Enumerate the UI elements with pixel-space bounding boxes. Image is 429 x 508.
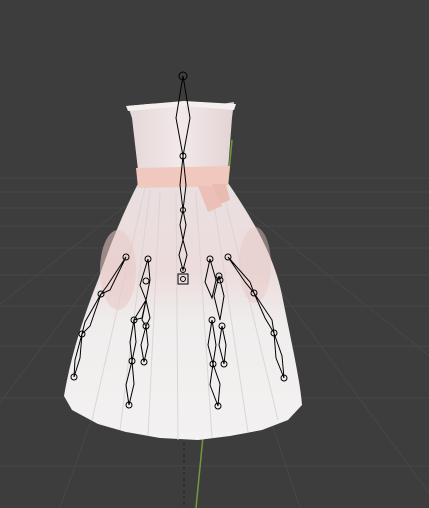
skirt-blush-right [239,227,271,303]
dress-skirt [64,180,302,440]
3d-viewport[interactable] [0,0,429,508]
scene-canvas[interactable] [0,0,429,508]
dress-bodice [128,102,234,170]
